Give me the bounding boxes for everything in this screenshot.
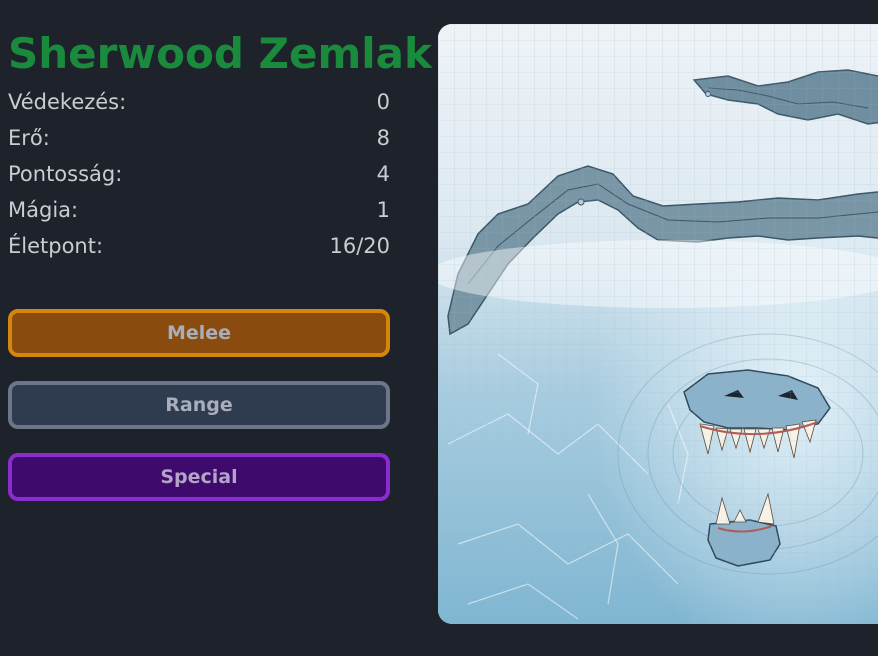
- character-panel: Sherwood Zemlak Védekezés: 0 Erő: 8 Pont…: [8, 28, 432, 525]
- stat-label: Védekezés:: [8, 90, 127, 114]
- character-name: Sherwood Zemlak: [8, 29, 432, 78]
- stat-label: Mágia:: [8, 198, 79, 222]
- stat-row-strength: Erő: 8: [8, 120, 390, 156]
- stat-value: 0: [376, 90, 390, 114]
- stat-value: 8: [376, 126, 390, 150]
- stat-row-defense: Védekezés: 0: [8, 84, 390, 120]
- stats-list: Védekezés: 0 Erő: 8 Pontosság: 4 Mágia: …: [8, 84, 390, 264]
- range-button[interactable]: Range: [8, 381, 390, 429]
- action-buttons: Melee Range Special: [8, 309, 390, 501]
- stat-label: Pontosság:: [8, 162, 123, 186]
- ice-monster-map-illustration: [438, 24, 878, 624]
- game-screen: Sherwood Zemlak Védekezés: 0 Erő: 8 Pont…: [0, 0, 878, 656]
- stat-value: 4: [376, 162, 390, 186]
- stat-row-accuracy: Pontosság: 4: [8, 156, 390, 192]
- battle-map[interactable]: [438, 24, 878, 624]
- special-button[interactable]: Special: [8, 453, 390, 501]
- melee-button[interactable]: Melee: [8, 309, 390, 357]
- stat-label: Erő:: [8, 126, 50, 150]
- stat-row-hitpoints: Életpont: 16/20: [8, 228, 390, 264]
- stat-label: Életpont:: [8, 234, 104, 258]
- stat-row-magic: Mágia: 1: [8, 192, 390, 228]
- stat-value: 16/20: [329, 234, 390, 258]
- stat-value: 1: [376, 198, 390, 222]
